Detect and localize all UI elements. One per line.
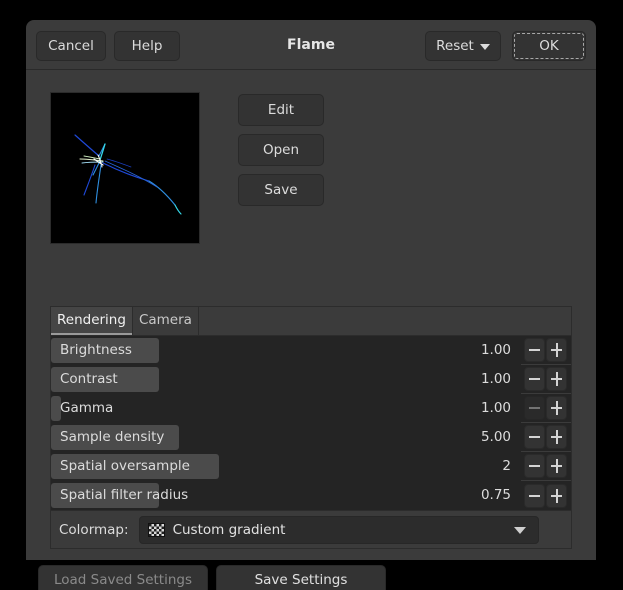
slider-row-spatial-oversample: Spatial oversample 2 [51,452,571,481]
screen: Flame Cancel Help Reset OK [0,0,623,590]
spatial-oversample-value: 2 [502,452,511,481]
colormap-selected-value: Custom gradient [173,522,286,538]
slider-row-spatial-filter-radius: Spatial filter radius 0.75 [51,481,571,510]
gamma-decrement-button [524,396,545,420]
gamma-label: Gamma [60,394,113,423]
chevron-down-icon [514,527,526,534]
cancel-button[interactable]: Cancel [36,31,106,61]
minus-icon [529,436,540,438]
tab-rendering[interactable]: Rendering [51,307,133,335]
sample-density-increment-button[interactable] [546,425,567,449]
edit-button[interactable]: Edit [238,94,324,126]
help-button[interactable]: Help [114,31,180,61]
spatial-oversample-decrement-button[interactable] [524,454,545,478]
sample-density-stepper [521,425,571,449]
brightness-value: 1.00 [481,336,511,365]
slider-row-contrast: Contrast 1.00 [51,365,571,394]
spatial-filter-radius-slider[interactable]: Spatial filter radius 0.75 [51,481,521,510]
minus-icon [529,495,540,497]
minus-icon [529,349,540,351]
settings-notebook: Rendering Camera Brightness 1.00 [50,306,572,549]
flame-dialog: Flame Cancel Help Reset OK [26,20,596,560]
sample-density-value: 5.00 [481,423,511,452]
slider-row-gamma: Gamma 1.00 [51,394,571,423]
open-button[interactable]: Open [238,134,324,166]
spatial-filter-radius-increment-button[interactable] [546,484,567,508]
plus-icon-v [556,430,558,444]
dialog-title: Flame [26,20,596,70]
reset-label: Reset [436,32,474,60]
contrast-decrement-button[interactable] [524,367,545,391]
brightness-slider[interactable]: Brightness 1.00 [51,336,521,365]
minus-icon [529,407,540,409]
gamma-increment-button[interactable] [546,396,567,420]
contrast-label: Contrast [60,365,118,394]
gamma-slider[interactable]: Gamma 1.00 [51,394,521,423]
tab-camera[interactable]: Camera [133,307,199,335]
spatial-filter-radius-stepper [521,484,571,508]
plus-icon-v [556,343,558,357]
ok-button[interactable]: OK [512,31,586,61]
colormap-row: Colormap: Custom gradient [51,510,571,548]
slider-list: Brightness 1.00 Contrast 1.00 [51,336,571,510]
slider-row-brightness: Brightness 1.00 [51,336,571,365]
sample-density-decrement-button[interactable] [524,425,545,449]
flame-preview[interactable] [50,92,200,244]
sample-density-label: Sample density [60,423,164,452]
spatial-oversample-slider[interactable]: Spatial oversample 2 [51,452,521,481]
slider-row-sample-density: Sample density 5.00 [51,423,571,452]
contrast-increment-button[interactable] [546,367,567,391]
contrast-value: 1.00 [481,365,511,394]
gradient-swatch-icon [148,523,165,537]
gamma-stepper [521,396,571,420]
spatial-oversample-label: Spatial oversample [60,452,190,481]
contrast-stepper [521,367,571,391]
brightness-stepper [521,338,571,362]
save-button[interactable]: Save [238,174,324,206]
brightness-label: Brightness [60,336,132,365]
minus-icon [529,378,540,380]
flame-preview-image [51,93,199,243]
spatial-filter-radius-value: 0.75 [481,481,511,510]
tab-strip: Rendering Camera [51,307,571,336]
minus-icon [529,465,540,467]
gamma-value: 1.00 [481,394,511,423]
plus-icon-v [556,401,558,415]
spatial-filter-radius-label: Spatial filter radius [60,481,188,510]
brightness-increment-button[interactable] [546,338,567,362]
reset-dropdown-button[interactable]: Reset [425,31,501,61]
dialog-header-bar: Flame Cancel Help Reset OK [26,20,596,70]
contrast-slider[interactable]: Contrast 1.00 [51,365,521,394]
brightness-decrement-button[interactable] [524,338,545,362]
plus-icon-v [556,459,558,473]
sample-density-slider[interactable]: Sample density 5.00 [51,423,521,452]
plus-icon-v [556,372,558,386]
spatial-oversample-increment-button[interactable] [546,454,567,478]
spatial-filter-radius-decrement-button[interactable] [524,484,545,508]
colormap-label: Colormap: [59,522,129,538]
colormap-select[interactable]: Custom gradient [139,516,539,544]
save-settings-button[interactable]: Save Settings [216,565,386,590]
spatial-oversample-stepper [521,454,571,478]
chevron-down-icon [480,44,490,50]
load-saved-settings-button[interactable]: Load Saved Settings [38,565,208,590]
plus-icon-v [556,489,558,503]
